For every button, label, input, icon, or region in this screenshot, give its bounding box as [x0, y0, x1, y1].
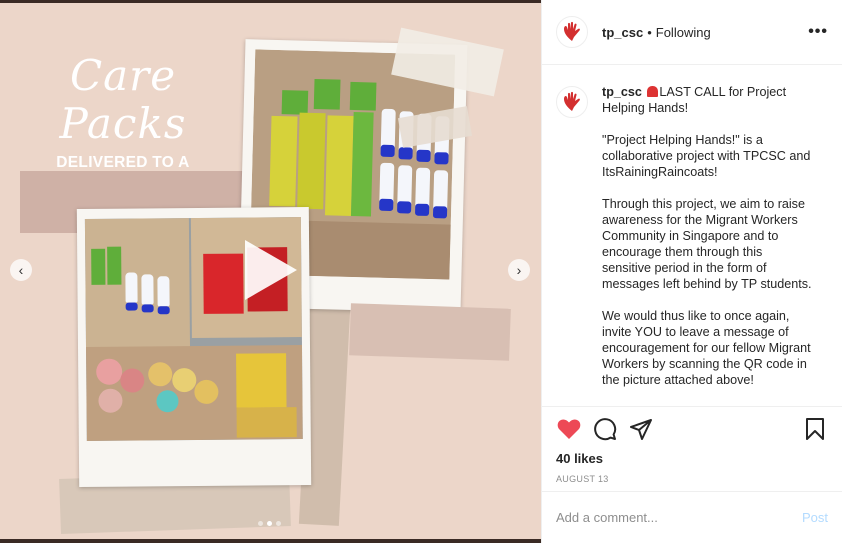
carousel-dot — [276, 521, 281, 526]
comment-icon — [594, 418, 617, 441]
media-title: Care Packs — [59, 51, 187, 148]
save-button[interactable] — [802, 416, 828, 442]
siren-icon — [647, 86, 659, 97]
caption-paragraph: "Project Helping Hands!" is a collaborat… — [602, 133, 811, 179]
comment-button[interactable] — [592, 416, 618, 442]
heart-icon — [557, 419, 581, 439]
following-button[interactable]: Following — [656, 25, 711, 40]
caption-username[interactable]: tp_csc — [602, 85, 642, 99]
play-icon[interactable] — [245, 240, 297, 300]
comment-bar: Post — [542, 491, 842, 543]
decorative-block — [349, 303, 511, 361]
share-button[interactable] — [628, 416, 654, 442]
post-media[interactable]: Care Packs DELIVERED TO A FOREIGN WORKER… — [0, 0, 541, 543]
chevron-left-icon[interactable]: ‹ — [10, 259, 32, 281]
post-caption: tp_csc LAST CALL for Project Helping Han… — [602, 84, 814, 406]
more-icon[interactable]: ••• — [808, 23, 828, 41]
actions-bar: 40 likes AUGUST 13 — [542, 406, 842, 491]
likes-count[interactable]: 40 likes — [556, 451, 828, 466]
avatar[interactable] — [556, 16, 588, 48]
tp-csc-logo-icon — [564, 21, 580, 41]
header-username[interactable]: tp_csc — [602, 25, 643, 40]
avatar[interactable] — [556, 86, 588, 118]
bookmark-icon — [806, 418, 824, 440]
action-icons — [556, 407, 828, 451]
post-sidebar: tp_csc • Following ••• tp_csc LAST CALL … — [541, 0, 842, 543]
post-date[interactable]: AUGUST 13 — [556, 474, 828, 484]
separator-dot: • — [647, 24, 652, 40]
tp-csc-logo-icon — [564, 91, 580, 111]
post-comment-button[interactable]: Post — [802, 510, 828, 525]
bottom-border — [0, 539, 541, 543]
comment-input[interactable] — [556, 510, 776, 525]
like-button[interactable] — [556, 416, 582, 442]
share-icon — [630, 419, 652, 440]
post-header: tp_csc • Following ••• — [542, 0, 842, 65]
chevron-right-icon[interactable]: › — [508, 259, 530, 281]
caption-area: tp_csc LAST CALL for Project Helping Han… — [542, 66, 842, 406]
top-border — [0, 0, 541, 3]
carousel-dot-active — [267, 521, 272, 526]
caption-paragraph: We would thus like to once again, invite… — [602, 309, 811, 387]
carousel-dot — [258, 521, 263, 526]
caption-paragraph: Through this project, we aim to raise aw… — [602, 197, 812, 291]
carousel-indicator — [258, 521, 281, 526]
